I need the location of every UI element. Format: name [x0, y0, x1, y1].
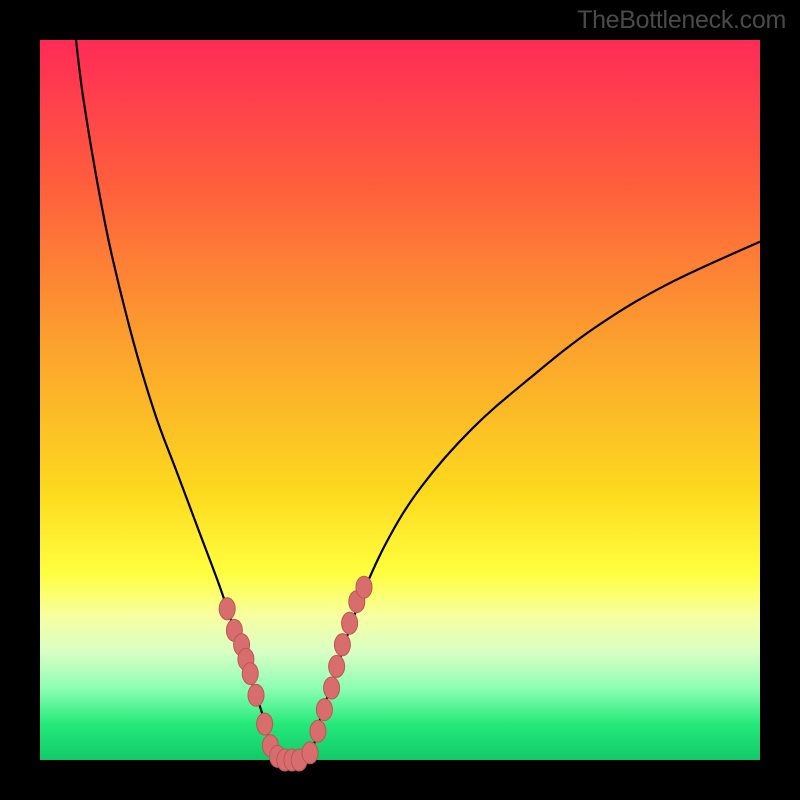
chart-stage: TheBottleneck.com — [0, 0, 800, 800]
data-marker — [257, 713, 273, 735]
plot-svg — [40, 40, 760, 760]
data-marker — [356, 576, 372, 598]
data-marker — [302, 742, 318, 764]
data-marker — [316, 699, 332, 721]
watermark-text: TheBottleneck.com — [577, 6, 786, 35]
data-marker — [310, 720, 326, 742]
data-marker — [334, 634, 350, 656]
data-marker — [219, 598, 235, 620]
data-marker — [248, 684, 264, 706]
data-marker — [324, 677, 340, 699]
data-marker — [242, 663, 258, 685]
data-marker — [329, 655, 345, 677]
data-marker — [342, 612, 358, 634]
curve-right-branch — [306, 242, 760, 760]
